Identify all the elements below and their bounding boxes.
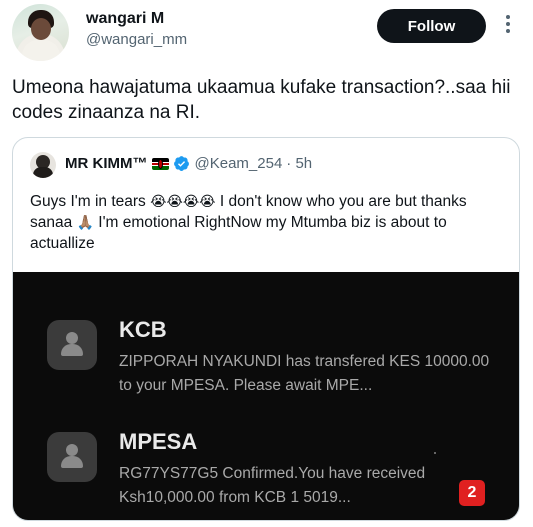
- verified-icon: [173, 156, 189, 171]
- unread-badge: 2: [459, 480, 485, 506]
- follow-button[interactable]: Follow: [377, 9, 486, 43]
- avatar[interactable]: [12, 4, 69, 61]
- pray-emoji: 🙏🏽: [76, 214, 94, 230]
- tears-emoji: 😭😭😭😭: [150, 193, 216, 209]
- notification-message: ZIPPORAH NYAKUNDI has transfered KES 100…: [119, 353, 490, 394]
- quoted-header: MR KIMM™ @Keam_254 · 5h: [65, 155, 312, 172]
- more-icon[interactable]: [500, 13, 516, 37]
- kenya-flag-icon: [151, 157, 169, 170]
- quoted-tweet[interactable]: MR KIMM™ @Keam_254 · 5h Guys I'm in tear…: [12, 137, 520, 521]
- quoted-image[interactable]: KCB ZIPPORAH NYAKUNDI has transfered KES…: [13, 272, 519, 520]
- quoted-avatar[interactable]: [30, 152, 56, 178]
- dot: [434, 452, 436, 454]
- contact-icon: [47, 320, 97, 370]
- quoted-text-part-1: Guys I'm in tears: [30, 193, 151, 210]
- notification-sender: KCB: [119, 317, 167, 342]
- quoted-time[interactable]: · 5h: [286, 155, 312, 172]
- author-handle[interactable]: @wangari_mm: [86, 31, 187, 48]
- notification-message: RG77YS77G5 Confirmed.You have received K…: [119, 465, 426, 506]
- tweet-text: Umeona hawajatuma ukaamua kufake transac…: [12, 77, 511, 123]
- notification-sender: MPESA: [119, 429, 198, 454]
- author-name[interactable]: wangari M: [86, 10, 164, 28]
- quoted-name[interactable]: MR KIMM™: [65, 155, 148, 172]
- contact-icon: [47, 432, 97, 482]
- quoted-text: Guys I'm in tears 😭😭😭😭 I don't know who …: [30, 191, 508, 254]
- post: wangari M @wangari_mm Follow Umeona hawa…: [0, 0, 533, 527]
- quoted-handle[interactable]: @Keam_254: [195, 155, 283, 172]
